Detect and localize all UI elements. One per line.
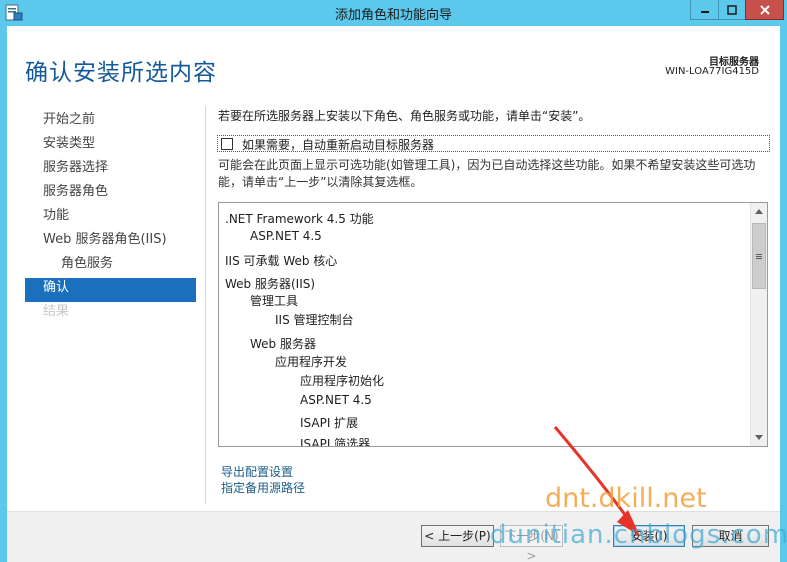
selected-features-list[interactable]: .NET Framework 4.5 功能 ASP.NET 4.5 IIS 可承… <box>218 202 768 447</box>
scroll-down-icon[interactable] <box>751 429 767 446</box>
list-item: IIS 可承载 Web 核心 <box>225 254 338 268</box>
list-item: IIS 管理控制台 <box>275 313 354 327</box>
restart-option[interactable]: 如果需要，自动重新启动目标服务器 <box>217 135 770 152</box>
nav-item-before-you-begin[interactable]: 开始之前 <box>25 110 196 134</box>
list-scrollbar[interactable] <box>750 203 767 446</box>
list-item: 应用程序初始化 <box>300 374 385 388</box>
title-bar: 添加角色和功能向导 <box>0 0 787 26</box>
minimize-icon <box>700 10 709 13</box>
page-title: 确认安装所选内容 <box>25 60 217 86</box>
restart-label: 如果需要，自动重新启动目标服务器 <box>242 138 435 152</box>
nav-item-server-roles[interactable]: 服务器角色 <box>25 182 196 206</box>
target-server-name: WIN-LOA77IG415D <box>665 66 759 77</box>
maximize-icon <box>727 4 737 15</box>
alternate-source-link[interactable]: 指定备用源路径 <box>221 479 305 496</box>
list-item: Web 服务器(IIS) <box>225 277 316 291</box>
list-item: ASP.NET 4.5 <box>250 229 322 243</box>
watermark-cnblogs: dunitian.cnblogs.com <box>490 520 787 550</box>
nav-divider <box>205 106 206 504</box>
nav-item-server-selection[interactable]: 服务器选择 <box>25 158 196 182</box>
close-icon <box>759 4 770 15</box>
nav-item-results: 结果 <box>43 304 70 319</box>
install-instruction: 若要在所选服务器上安装以下角色、角色服务或功能，请单击“安装”。 <box>218 109 591 123</box>
window-frame-left <box>0 26 7 562</box>
scroll-up-icon[interactable] <box>751 203 767 220</box>
nav-item-role-services[interactable]: 角色服务 <box>25 254 196 278</box>
nav-item-features[interactable]: 功能 <box>25 206 196 230</box>
scrollbar-thumb[interactable] <box>752 223 766 289</box>
list-item: .NET Framework 4.5 功能 <box>225 212 374 226</box>
window-frame-right <box>780 26 787 562</box>
nav-item-confirmation[interactable]: 确认 <box>25 278 196 302</box>
optional-features-note: 可能会在此页面上显示可选功能(如管理工具)，因为已自动选择这些功能。如果不希望安… <box>218 158 756 189</box>
list-item: 管理工具 <box>250 294 299 308</box>
close-button[interactable] <box>745 0 784 20</box>
export-config-link[interactable]: 导出配置设置 <box>221 463 293 480</box>
restart-checkbox[interactable] <box>221 138 233 150</box>
nav-item-web-server-role[interactable]: Web 服务器角色(IIS) <box>25 230 196 254</box>
scrollbar-grip-icon <box>756 254 762 255</box>
watermark-dkill: dnt.dkill.net <box>545 483 707 514</box>
list-item: Web 服务器 <box>250 337 316 351</box>
previous-button[interactable]: < 上一步(P) <box>421 525 494 547</box>
minimize-button[interactable] <box>690 0 719 20</box>
list-item: ISAPI 扩展 <box>300 416 359 430</box>
list-item: ASP.NET 4.5 <box>300 393 372 407</box>
maximize-button[interactable] <box>718 0 746 20</box>
window-title: 添加角色和功能向导 <box>334 8 452 23</box>
list-item: ISAPI 筛选器 <box>300 437 371 447</box>
list-item: 应用程序开发 <box>275 355 348 369</box>
wizard-steps-nav: 开始之前 安装类型 服务器选择 服务器角色 功能 Web 服务器角色(IIS) … <box>25 110 196 326</box>
nav-item-installation-type[interactable]: 安装类型 <box>25 134 196 158</box>
